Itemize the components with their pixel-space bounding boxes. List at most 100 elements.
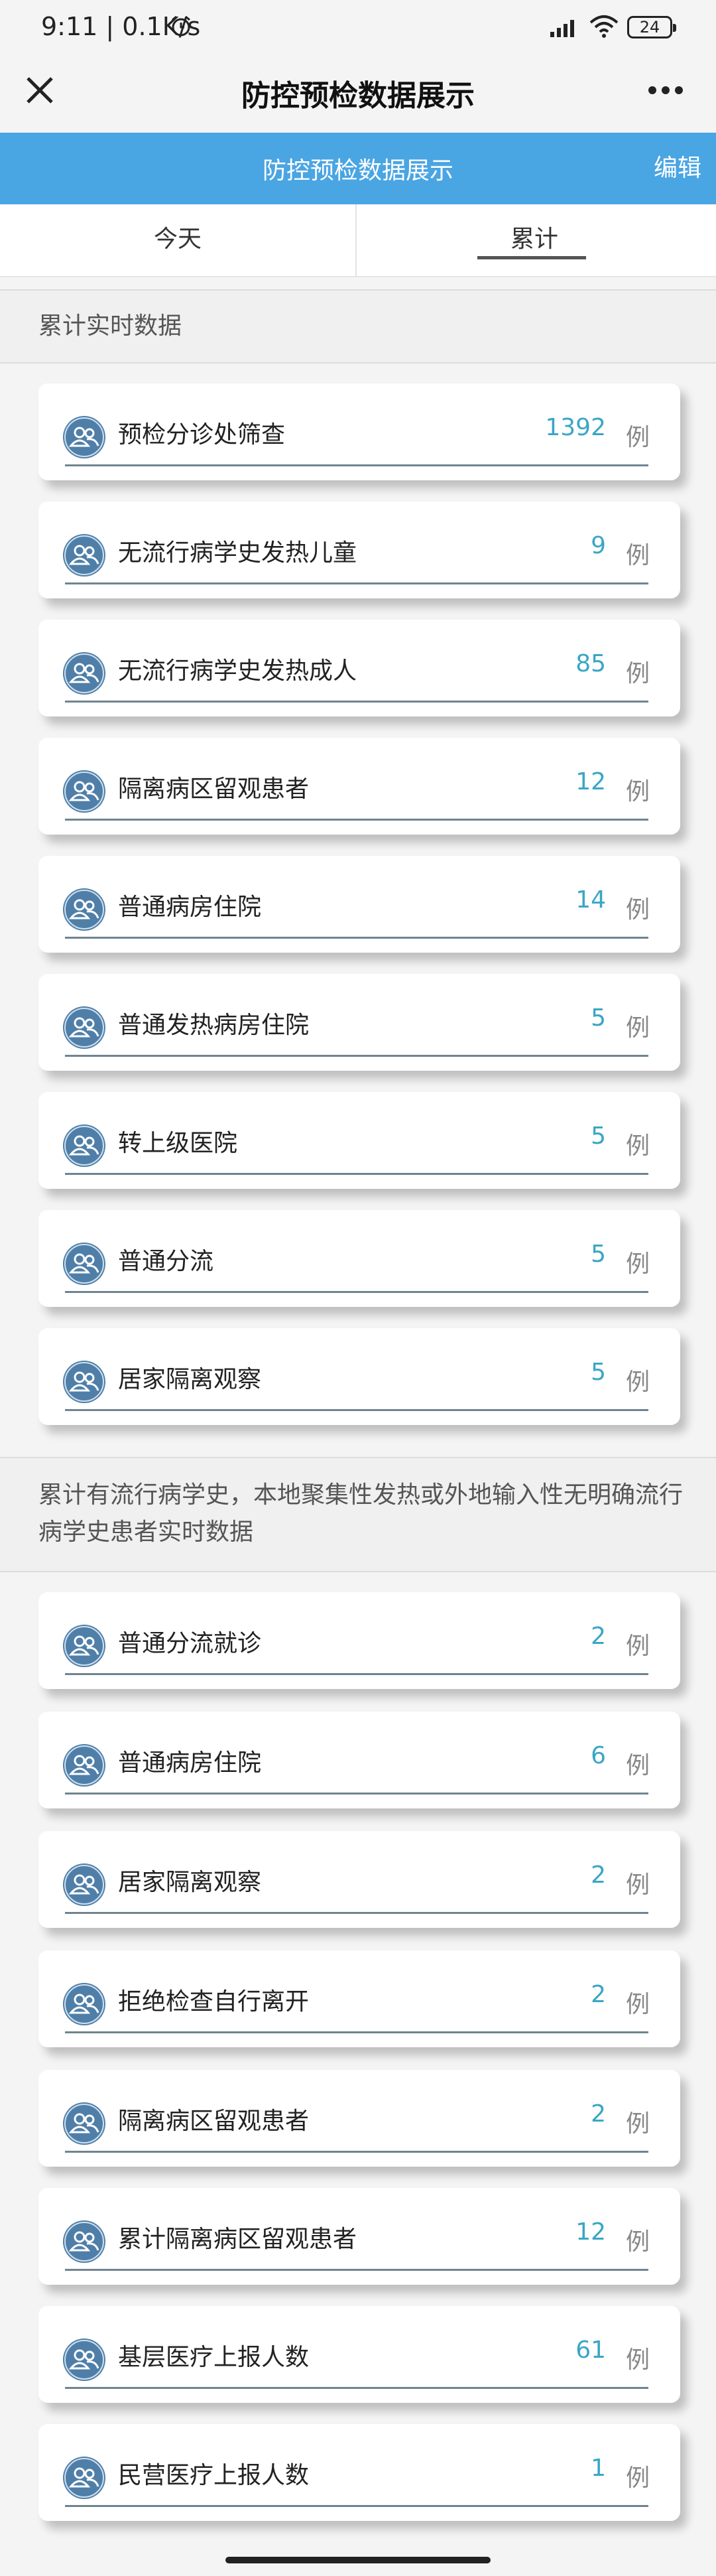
- item-unit: 例: [625, 1991, 650, 2018]
- people-icon: [63, 888, 105, 931]
- divider: [65, 937, 648, 939]
- item-value: 6: [591, 1742, 606, 1769]
- people-icon: [63, 770, 105, 813]
- item-unit: 例: [625, 778, 650, 805]
- wifi-icon: [589, 15, 619, 38]
- divider: [65, 1291, 648, 1293]
- list-item[interactable]: 普通分流 5 例: [38, 1210, 680, 1307]
- item-label: 无流行病学史发热成人: [118, 657, 357, 685]
- item-value: 85: [575, 650, 606, 677]
- more-options-icon[interactable]: [647, 85, 684, 96]
- item-unit: 例: [625, 1251, 650, 1278]
- list-item[interactable]: 普通发热病房住院 5 例: [38, 974, 680, 1071]
- title-bar: 防控预检数据展示: [0, 58, 716, 133]
- divider: [65, 1055, 648, 1057]
- divider: [65, 1673, 648, 1675]
- item-value: 5: [591, 1004, 606, 1032]
- list-item[interactable]: 累计隔离病区留观患者 12 例: [38, 2188, 680, 2285]
- item-unit: 例: [625, 1014, 650, 1042]
- people-icon: [63, 1983, 105, 2025]
- list-item[interactable]: 隔离病区留观患者 12 例: [38, 738, 680, 835]
- status-bar: 9:11 | 0.1K/s 24: [0, 0, 716, 58]
- item-unit: 例: [625, 542, 650, 569]
- list-item[interactable]: 居家隔离观察 2 例: [38, 1831, 680, 1928]
- people-icon: [63, 1124, 105, 1167]
- list-item[interactable]: 普通病房住院 6 例: [38, 1712, 680, 1808]
- item-label: 基层医疗上报人数: [118, 2344, 310, 2371]
- page-title: 防控预检数据展示: [241, 79, 475, 113]
- item-unit: 例: [625, 2346, 650, 2374]
- battery-level: 24: [639, 18, 660, 36]
- divider: [65, 1793, 648, 1795]
- divider: [65, 1409, 648, 1411]
- alarm-clock-icon: [172, 15, 190, 36]
- tab-cumulative[interactable]: 累计: [357, 204, 712, 276]
- people-icon: [63, 652, 105, 695]
- people-icon: [63, 534, 105, 576]
- people-icon: [63, 1243, 105, 1285]
- battery-icon: 24: [627, 16, 676, 38]
- people-icon: [63, 2339, 105, 2381]
- list-item[interactable]: 隔离病区留观患者 2 例: [38, 2070, 680, 2167]
- list-item[interactable]: 基层医疗上报人数 61 例: [38, 2306, 680, 2403]
- list-item[interactable]: 民营医疗上报人数 1 例: [38, 2424, 680, 2521]
- edit-button[interactable]: 编辑: [654, 149, 701, 183]
- app-header: 防控预检数据展示 编辑: [0, 133, 716, 204]
- active-tab-indicator: [477, 256, 586, 259]
- item-label: 普通病房住院: [118, 1749, 262, 1777]
- people-icon: [63, 1625, 105, 1667]
- item-value: 12: [575, 2218, 606, 2246]
- item-unit: 例: [625, 1633, 650, 1660]
- divider: [65, 819, 648, 821]
- item-unit: 例: [625, 424, 650, 451]
- divider: [65, 464, 648, 466]
- list-item[interactable]: 拒绝检查自行离开 2 例: [38, 1950, 680, 2047]
- list-item[interactable]: 转上级医院 5 例: [38, 1092, 680, 1189]
- section-header: 累计有流行病学史，本地聚集性发热或外地输入性无明确流行病学史患者实时数据: [0, 1457, 716, 1572]
- signal-icon: [550, 20, 574, 37]
- section-title: 累计有流行病学史，本地聚集性发热或外地输入性无明确流行病学史患者实时数据: [38, 1481, 684, 1546]
- item-value: 1392: [545, 414, 606, 441]
- item-value: 61: [575, 2337, 606, 2364]
- item-value: 2: [591, 1981, 606, 2008]
- item-unit: 例: [625, 2228, 650, 2256]
- item-label: 居家隔离观察: [118, 1869, 262, 1896]
- home-indicator[interactable]: [225, 2557, 491, 2563]
- tab-today[interactable]: 今天: [0, 204, 357, 276]
- item-value: 14: [575, 886, 606, 914]
- item-label: 普通病房住院: [118, 894, 262, 921]
- item-unit: 例: [625, 1132, 650, 1160]
- item-unit: 例: [625, 1752, 650, 1779]
- list-item[interactable]: 无流行病学史发热儿童 9 例: [38, 502, 680, 598]
- item-label: 拒绝检查自行离开: [118, 1988, 310, 2015]
- people-icon: [63, 1361, 105, 1403]
- section-header: 累计实时数据: [0, 289, 716, 364]
- item-label: 普通发热病房住院: [118, 1012, 310, 1039]
- item-label: 无流行病学史发热儿童: [118, 539, 357, 567]
- divider: [65, 582, 648, 584]
- divider: [65, 1173, 648, 1175]
- item-label: 普通分流就诊: [118, 1630, 262, 1657]
- item-value: 2: [591, 1862, 606, 1889]
- item-value: 2: [591, 1623, 606, 1650]
- item-label: 累计隔离病区留观患者: [118, 2226, 357, 2253]
- item-value: 5: [591, 1122, 606, 1150]
- item-unit: 例: [625, 2110, 650, 2137]
- item-unit: 例: [625, 660, 650, 687]
- item-label: 转上级医院: [118, 1130, 238, 1157]
- list-item[interactable]: 普通分流就诊 2 例: [38, 1592, 680, 1689]
- tab-cumulative-label: 累计: [510, 226, 558, 253]
- item-label: 隔离病区留观患者: [118, 776, 310, 803]
- list-item[interactable]: 居家隔离观察 5 例: [38, 1328, 680, 1425]
- item-label: 预检分诊处筛查: [118, 421, 286, 448]
- header-title: 防控预检数据展示: [262, 157, 453, 184]
- list-item[interactable]: 预检分诊处筛查 1392 例: [38, 383, 680, 480]
- tab-bar: 今天 累计: [0, 204, 716, 277]
- people-icon: [63, 2102, 105, 2145]
- list-item[interactable]: 普通病房住院 14 例: [38, 856, 680, 953]
- item-unit: 例: [625, 2465, 650, 2492]
- list-item[interactable]: 无流行病学史发热成人 85 例: [38, 620, 680, 716]
- item-value: 12: [575, 768, 606, 795]
- item-label: 隔离病区留观患者: [118, 2108, 310, 2135]
- divider: [65, 2031, 648, 2033]
